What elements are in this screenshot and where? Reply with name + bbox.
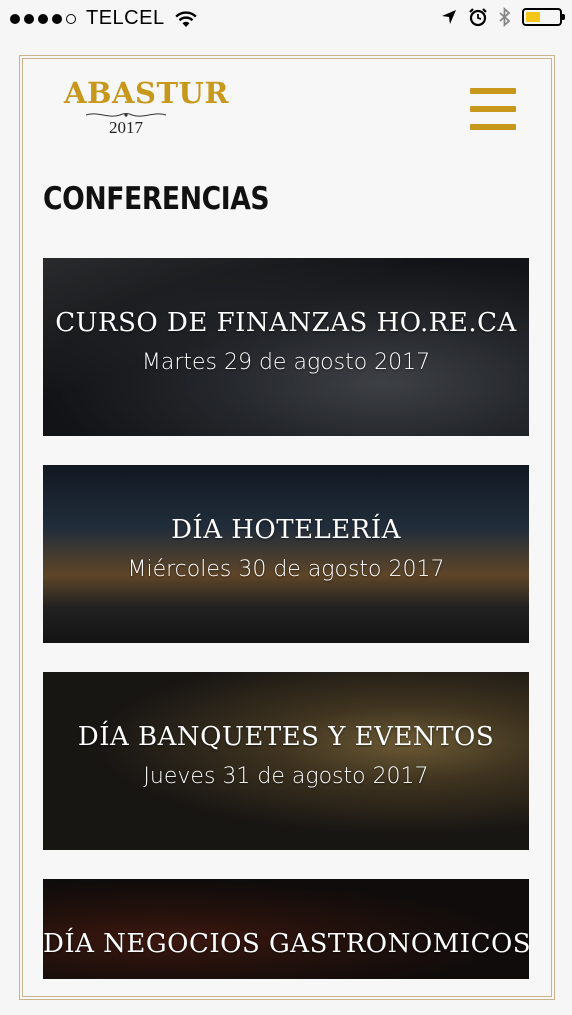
battery-icon xyxy=(522,8,565,26)
signal-dot-icon xyxy=(38,13,48,24)
hamburger-menu-icon[interactable] xyxy=(470,88,516,130)
card-overlay xyxy=(43,672,529,850)
location-arrow-icon xyxy=(442,10,456,24)
conference-card-negocios[interactable]: DÍA NEGOCIOS GASTRONOMICOS xyxy=(43,879,529,979)
signal-carrier-group: TELCEL xyxy=(10,7,197,30)
battery-level-fill xyxy=(526,12,540,22)
card-title: DÍA HOTELERÍA xyxy=(171,515,401,545)
card-title: CURSO DE FINANZAS HO.RE.CA xyxy=(55,308,517,338)
signal-dot-icon xyxy=(10,13,20,24)
signal-dot-empty-icon xyxy=(66,13,76,24)
card-title: DÍA BANQUETES Y EVENTOS xyxy=(77,722,495,752)
card-overlay xyxy=(43,465,529,643)
status-bar: TELCEL xyxy=(0,0,572,36)
status-icons-group xyxy=(440,7,565,27)
card-date: Jueves 31 de agosto 2017 xyxy=(143,764,429,789)
card-date: Martes 29 de agosto 2017 xyxy=(141,350,431,375)
conference-card-banquetes[interactable]: DÍA BANQUETES Y EVENTOS Jueves 31 de ago… xyxy=(43,672,529,850)
bluetooth-icon xyxy=(499,7,511,27)
card-date: Miércoles 30 de agosto 2017 xyxy=(127,557,445,582)
signal-dot-icon xyxy=(52,13,62,24)
card-title: DÍA NEGOCIOS GASTRONOMICOS xyxy=(43,929,529,959)
conference-card-hoteleria[interactable]: DÍA HOTELERÍA Miércoles 30 de agosto 201… xyxy=(43,465,529,643)
menu-bar xyxy=(470,124,516,130)
carrier-name: TELCEL xyxy=(86,7,165,29)
alarm-clock-icon xyxy=(469,8,487,27)
page-title: CONFERENCIAS xyxy=(43,181,270,217)
battery-tip xyxy=(562,14,565,20)
logo-wordmark: ABASTUR xyxy=(64,76,229,110)
signal-dot-icon xyxy=(24,13,34,24)
abastur-logo[interactable]: ABASTUR 2017 xyxy=(64,76,229,137)
menu-bar xyxy=(470,106,516,112)
page-frame: ABASTUR 2017 CONFERENCIAS CURSO DE FINAN… xyxy=(19,55,555,1000)
logo-year: 2017 xyxy=(109,118,143,137)
card-overlay xyxy=(43,258,529,436)
menu-bar xyxy=(470,88,516,94)
wifi-icon xyxy=(174,10,197,27)
conference-card-finanzas[interactable]: CURSO DE FINANZAS HO.RE.CA Martes 29 de … xyxy=(43,258,529,436)
